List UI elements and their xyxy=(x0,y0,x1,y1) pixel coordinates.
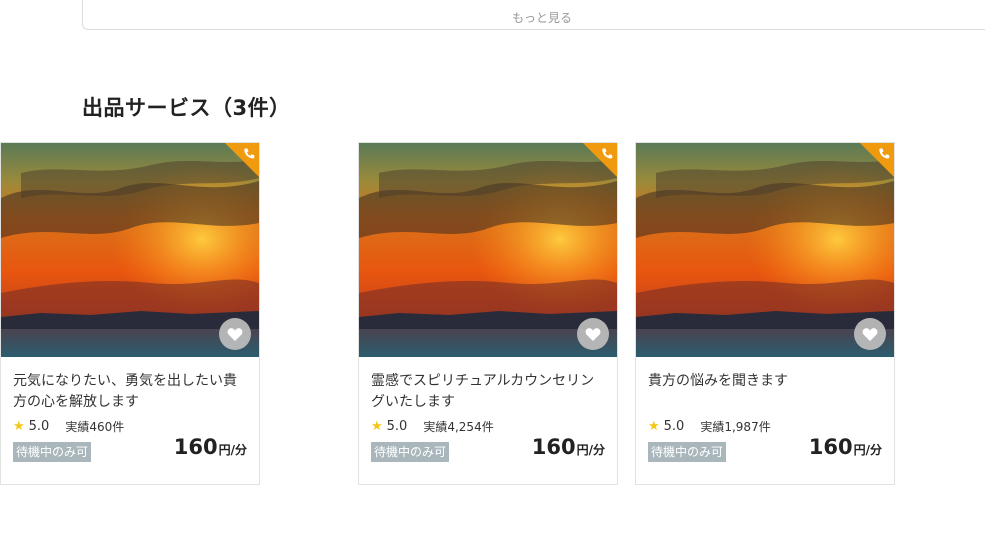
star-icon: ★ xyxy=(13,419,25,434)
section-title: 出品サービス（3件） xyxy=(82,96,291,120)
service-title: 貴方の悩みを聞きます xyxy=(648,373,788,389)
service-meta: ★ 5.0 実績460件 xyxy=(13,418,124,435)
phone-corner-badge xyxy=(860,143,894,177)
service-card[interactable]: 霊感でスピリチュアルカウンセリングいたします ★ 5.0 実績4,254件 待機… xyxy=(358,142,618,485)
heart-icon xyxy=(862,327,878,341)
previous-section-box: もっと見る xyxy=(82,0,985,30)
price-value: 160 xyxy=(808,435,853,459)
service-thumbnail xyxy=(1,143,259,357)
favorite-button[interactable] xyxy=(854,318,886,350)
favorite-button[interactable] xyxy=(577,318,609,350)
price-unit: 円/分 xyxy=(218,443,247,457)
service-title: 霊感でスピリチュアルカウンセリングいたします xyxy=(371,373,595,410)
rating-value: 5.0 xyxy=(28,419,50,434)
status-badge: 待機中のみ可 xyxy=(648,442,727,462)
heart-icon xyxy=(585,327,601,341)
price-unit: 円/分 xyxy=(853,443,882,457)
star-icon: ★ xyxy=(371,419,383,434)
favorite-button[interactable] xyxy=(219,318,251,350)
price: 160円/分 xyxy=(174,435,247,459)
service-meta: ★ 5.0 実績1,987件 xyxy=(648,418,771,435)
more-link[interactable]: もっと見る xyxy=(83,11,985,25)
record-count: 実績1,987件 xyxy=(700,420,771,434)
star-icon: ★ xyxy=(648,419,660,434)
phone-corner-badge xyxy=(225,143,259,177)
service-thumbnail xyxy=(636,143,894,357)
service-meta: ★ 5.0 実績4,254件 xyxy=(371,418,494,435)
record-count: 実績460件 xyxy=(65,420,125,434)
service-title: 元気になりたい、勇気を出したい貴方の心を解放します xyxy=(13,373,237,410)
status-badge: 待機中のみ可 xyxy=(13,442,92,462)
record-count: 実績4,254件 xyxy=(423,420,494,434)
service-card[interactable]: 貴方の悩みを聞きます ★ 5.0 実績1,987件 待機中のみ可 160円/分 xyxy=(635,142,895,485)
price: 160円/分 xyxy=(532,435,605,459)
rating-value: 5.0 xyxy=(386,419,408,434)
price-unit: 円/分 xyxy=(576,443,605,457)
rating-value: 5.0 xyxy=(663,419,685,434)
heart-icon xyxy=(227,327,243,341)
status-badge: 待機中のみ可 xyxy=(371,442,450,462)
price-value: 160 xyxy=(531,435,576,459)
phone-corner-badge xyxy=(583,143,617,177)
service-card[interactable]: 元気になりたい、勇気を出したい貴方の心を解放します ★ 5.0 実績460件 待… xyxy=(0,142,260,485)
service-thumbnail xyxy=(359,143,617,357)
price-value: 160 xyxy=(173,435,218,459)
price: 160円/分 xyxy=(809,435,882,459)
